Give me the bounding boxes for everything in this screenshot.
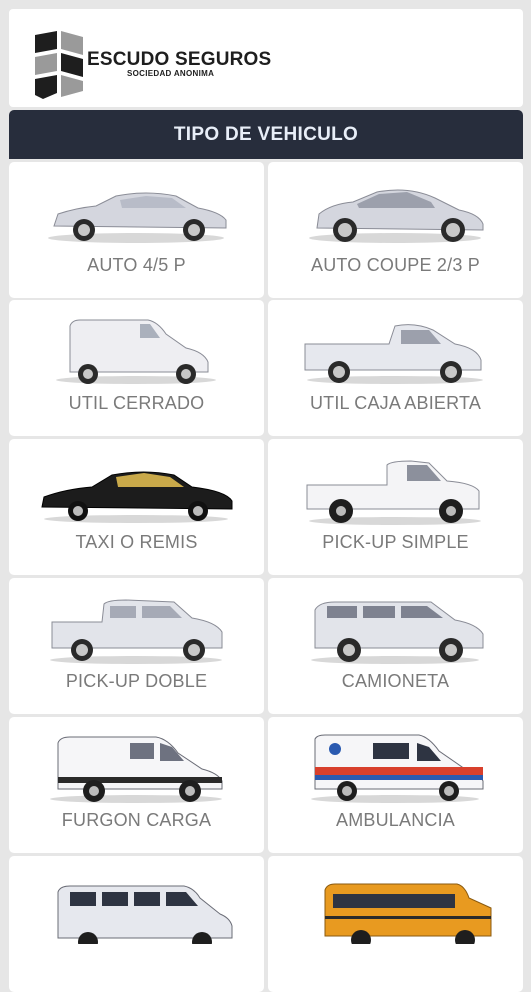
vehicle-label: AUTO 4/5 P xyxy=(87,255,186,275)
pickup-single-cab-icon xyxy=(306,460,481,525)
vehicle-label: TAXI O REMIS xyxy=(75,532,198,552)
vehicle-option-ambulancia[interactable]: AMBULANCIA xyxy=(268,717,523,853)
page-title: TIPO DE VEHICULO xyxy=(9,110,523,159)
vehicle-option-util-cerrado[interactable]: UTIL CERRADO xyxy=(9,300,264,436)
utility-pickup-icon xyxy=(304,324,483,384)
brand-subtitle: SOCIEDAD ANONIMA xyxy=(127,69,215,78)
vehicle-label: FURGON CARGA xyxy=(61,810,212,830)
vehicle-option-furgon-carga[interactable]: FURGON CARGA xyxy=(9,717,264,853)
vehicle-option-passenger-van[interactable] xyxy=(9,856,264,992)
escudo-logo-icon xyxy=(35,31,83,99)
vehicle-label: PICK-UP SIMPLE xyxy=(322,532,469,552)
vehicle-label: CAMIONETA xyxy=(341,671,450,691)
suv-icon xyxy=(311,601,484,664)
vehicle-option-auto-coupe[interactable]: AUTO COUPE 2/3 P xyxy=(268,162,523,298)
vehicle-label: UTIL CAJA ABIERTA xyxy=(309,393,482,413)
cargo-van-icon xyxy=(50,736,223,803)
sedan-icon xyxy=(48,192,227,243)
brand-name: ESCUDO SEGUROS xyxy=(87,49,272,70)
vehicle-label: PICK-UP DOBLE xyxy=(65,671,208,691)
utility-van-icon xyxy=(56,319,216,384)
app-header: ESCUDO SEGUROS SOCIEDAD ANONIMA xyxy=(9,9,523,107)
vehicle-option-pickup-doble[interactable]: PICK-UP DOBLE xyxy=(9,578,264,714)
passenger-van-icon xyxy=(57,885,233,944)
vehicle-label: AMBULANCIA xyxy=(335,810,456,830)
pickup-double-cab-icon xyxy=(50,599,223,664)
vehicle-option-school-bus[interactable] xyxy=(268,856,523,992)
coupe-icon xyxy=(309,189,484,243)
vehicle-option-taxi-remis[interactable]: TAXI O REMIS xyxy=(9,439,264,575)
vehicle-option-camioneta[interactable]: CAMIONETA xyxy=(268,578,523,714)
ambulance-icon xyxy=(311,734,484,803)
vehicle-label: UTIL CERRADO xyxy=(68,393,205,413)
school-bus-icon xyxy=(324,883,492,944)
vehicle-label: AUTO COUPE 2/3 P xyxy=(311,255,480,275)
vehicle-option-pickup-simple[interactable]: PICK-UP SIMPLE xyxy=(268,439,523,575)
vehicle-option-auto-4-5p[interactable]: AUTO 4/5 P xyxy=(9,162,264,298)
taxi-icon xyxy=(41,471,233,523)
vehicle-option-util-caja-abierta[interactable]: UTIL CAJA ABIERTA xyxy=(268,300,523,436)
